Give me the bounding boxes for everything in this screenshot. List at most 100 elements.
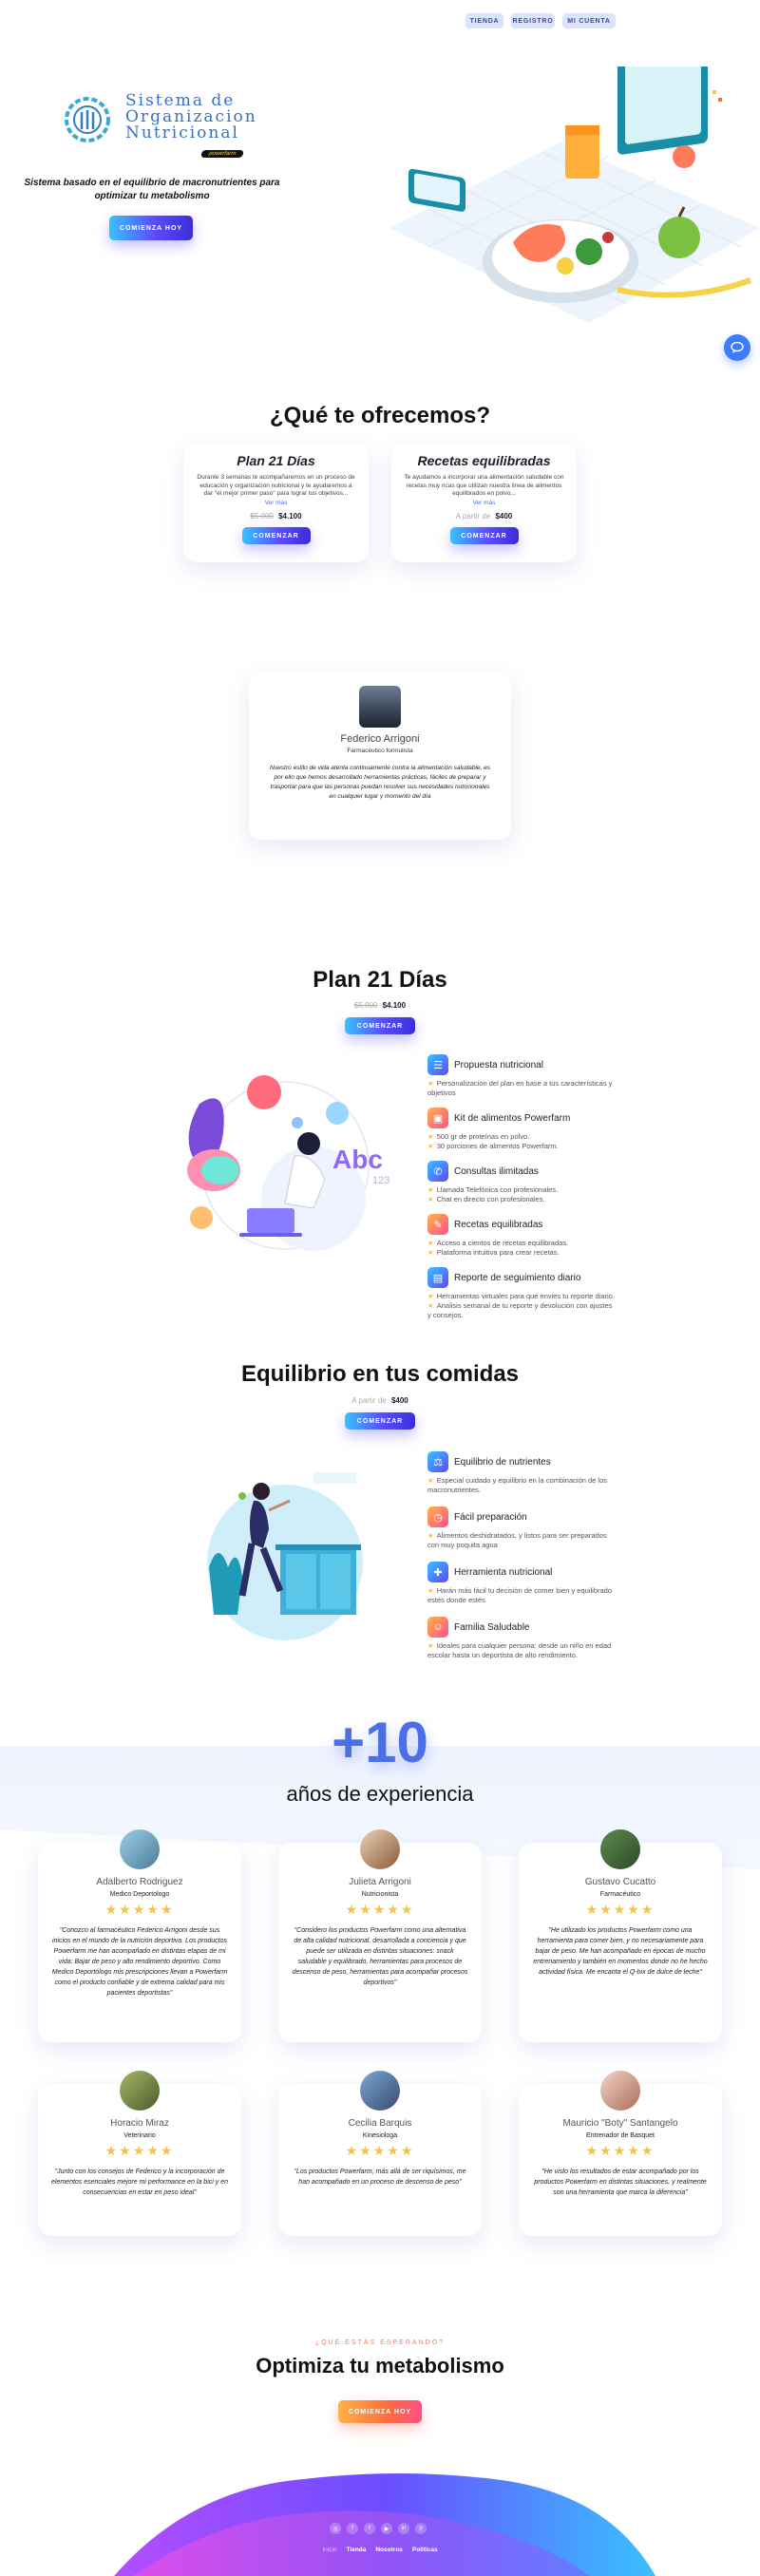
- instagram-icon[interactable]: ◎: [330, 2523, 341, 2534]
- footer-link-nosotros[interactable]: Nosotros: [375, 2547, 403, 2553]
- facebook-icon[interactable]: f: [347, 2523, 358, 2534]
- star-bullet-icon: ★: [428, 1132, 434, 1141]
- plan-feature-item: ✆ Consultas ilimitadas ★ Llamada Telefóni…: [428, 1161, 618, 1204]
- star-bullet-icon: ★: [428, 1531, 434, 1540]
- balance-feature-item: ⚖ Equilibrio de nutrientes ★ Especial cui…: [428, 1451, 618, 1495]
- linkedin-icon[interactable]: in: [398, 2523, 409, 2534]
- star-bullet-icon: ★: [428, 1239, 434, 1247]
- logo-line-3: Nutricional: [125, 123, 239, 142]
- plan-feature-bullet: Herramientas virtuales para que envies t…: [436, 1292, 615, 1300]
- hero-tagline: Sistema basado en el equilibrio de macro…: [24, 178, 280, 201]
- scale-icon: ⚖: [428, 1451, 448, 1472]
- offer-card-price: A partir de $400: [391, 512, 577, 521]
- plan-feature-item: ☰ Propuesta nutricional ★ Personalización…: [428, 1054, 618, 1098]
- star-bullet-icon: ★: [428, 1641, 434, 1650]
- offer-card-price: $5.000 $4.100: [183, 512, 369, 521]
- menu-icon: ☰: [428, 1054, 448, 1075]
- founder-name: Federico Arrigoni: [340, 733, 420, 745]
- plan-feature-bullet: Analisis semanal de tu reporte y devoluc…: [428, 1301, 613, 1319]
- offer-card-old-price: $5.000: [250, 512, 274, 521]
- balance-feature-bullet: Alimentos deshidratados, y listos para s…: [428, 1531, 607, 1549]
- hero-logo[interactable]: Sistema de Organizacion Nutricional powe…: [59, 87, 256, 167]
- testimonials-grid: Adalberto Rodriguez Medico Deportologo ★…: [38, 1829, 722, 2242]
- offer-card-recetas: Recetas equilibradas Te ayudamos a incor…: [391, 444, 577, 562]
- testimonial-name: Gustavo Cucatto: [584, 1877, 656, 1887]
- clock-icon: ◷: [428, 1506, 448, 1527]
- testimonial-name: Julieta Arrigoni: [349, 1877, 411, 1887]
- testimonial-quote: "Los productos Powerfarm, más allá de se…: [294, 2169, 466, 2186]
- plan-illustration-abc: Abc: [332, 1145, 383, 1174]
- nav-registro[interactable]: REGISTRO: [511, 13, 555, 28]
- balance-feature-title: Fácil preparación: [454, 1511, 527, 1523]
- star-bullet-icon: ★: [428, 1142, 434, 1150]
- plan-feature-bullet: Chat en directo con profesionales.: [436, 1195, 545, 1203]
- plan-cta-button[interactable]: COMENZAR: [345, 1017, 415, 1034]
- offer-card-new-price: $4.100: [278, 512, 302, 521]
- family-icon: ☺: [428, 1617, 448, 1638]
- nav-mi-cuenta[interactable]: MI CUENTA: [562, 13, 616, 28]
- plan-feature-title: Recetas equilibradas: [454, 1219, 543, 1230]
- testimonial-name: Horacio Miraz: [110, 2118, 169, 2129]
- footer-social: ◎ f t ▶ in p: [330, 2523, 430, 2534]
- testimonial-role: Medico Deportologo: [109, 1891, 170, 1898]
- balance-feature-title: Familia Saludable: [454, 1621, 530, 1633]
- balance-features: ⚖ Equilibrio de nutrientes ★ Especial cui…: [428, 1451, 618, 1660]
- logo-badge: powerfarm: [200, 150, 245, 158]
- testimonial-role: Farmacéutico: [599, 1891, 641, 1898]
- balance-feature-bullet: Ideales para cualquier persona: desde un…: [428, 1641, 612, 1659]
- box-icon: ▣: [428, 1108, 448, 1128]
- testimonial-stars: ★★★★★: [585, 2143, 656, 2158]
- plan-feature-item: ▣ Kit de alimentos Powerfarm ★ 500 gr de …: [428, 1108, 618, 1151]
- balance-price-value: $400: [390, 1396, 408, 1405]
- star-bullet-icon: ★: [428, 1185, 434, 1194]
- offer-title: ¿Qué te ofrecemos?: [269, 403, 491, 428]
- balance-feature-title: Equilibrio de nutrientes: [454, 1456, 551, 1468]
- offer-card-title: Recetas equilibradas: [417, 453, 551, 468]
- star-bullet-icon: ★: [428, 1476, 434, 1485]
- testimonial-quote: "Conozco al farmacéutico Federico Arrigo…: [51, 1927, 228, 1997]
- footer-link-tienda[interactable]: Tienda: [347, 2547, 367, 2553]
- footer-link-inicio[interactable]: Inicio: [322, 2547, 336, 2553]
- offer-card-cta[interactable]: COMENZAR: [449, 527, 519, 544]
- gear-leaf-logo-icon: [65, 97, 110, 142]
- experience-label: años de experiencia: [286, 1782, 474, 1806]
- offer-card-more-link[interactable]: Ver más: [391, 500, 577, 506]
- experience-number: +10: [332, 1711, 428, 1774]
- youtube-icon[interactable]: ▶: [381, 2523, 392, 2534]
- plan-old-price: $5.000: [353, 1001, 378, 1010]
- offer-card-more-link[interactable]: Ver más: [183, 500, 369, 506]
- pinterest-icon[interactable]: p: [415, 2523, 427, 2534]
- balance-feature-item: ◷ Fácil preparación ★ Alimentos deshidrat…: [428, 1506, 618, 1550]
- testimonial-avatar: [120, 1829, 160, 1869]
- balance-illustration: [207, 1472, 363, 1640]
- plan-feature-title: Propuesta nutricional: [454, 1059, 543, 1070]
- testimonial-avatar: [600, 1829, 640, 1869]
- testimonial-avatar: [600, 2071, 640, 2111]
- star-bullet-icon: ★: [428, 1248, 434, 1257]
- testimonial-stars: ★★★★★: [104, 1902, 175, 1917]
- twitter-icon[interactable]: t: [364, 2523, 375, 2534]
- testimonial-name: Cecilia Barquis: [348, 2118, 412, 2129]
- hero-cta-button[interactable]: COMIENZA HOY: [109, 216, 193, 240]
- plan-features: ☰ Propuesta nutricional ★ Personalización…: [428, 1054, 618, 1320]
- chat-bubble-button[interactable]: [724, 334, 750, 361]
- chat-icon: [731, 342, 744, 353]
- plan-feature-title: Reporte de seguimiento diario: [454, 1272, 581, 1283]
- recipe-icon: ✎: [428, 1214, 448, 1235]
- plan-feature-item: ✎ Recetas equilibradas ★ Acceso a cientos…: [428, 1214, 618, 1258]
- balance-feature-item: ✚ Herramienta nutricional ★ Harán más fác…: [428, 1562, 618, 1605]
- founder-avatar: [359, 686, 401, 728]
- final-cta-button[interactable]: COMIENZA HOY: [338, 2400, 422, 2423]
- final-cta-eyebrow: ¿QUÉ ESTÁS ESPERANDO?: [314, 2339, 446, 2346]
- top-nav: TIENDA REGISTRO MI CUENTA: [466, 13, 627, 30]
- balance-feature-bullet: Especial cuidado y equilibrio en la comb…: [428, 1476, 608, 1494]
- testimonial-card: Gustavo Cucatto Farmacéutico ★★★★★ "He u…: [519, 1829, 722, 2042]
- testimonial-quote: "He utilizado los productos Powerfarm co…: [533, 1927, 708, 1976]
- balance-cta-button[interactable]: COMENZAR: [345, 1412, 415, 1430]
- offer-card-cta[interactable]: COMENZAR: [241, 527, 311, 544]
- testimonial-quote: "Considero los productos Powerfarm como …: [292, 1927, 468, 1986]
- testimonial-stars: ★★★★★: [345, 1902, 415, 1917]
- nav-tienda[interactable]: TIENDA: [466, 13, 504, 28]
- plan-feature-item: ▤ Reporte de seguimiento diario ★ Herrami…: [428, 1267, 618, 1320]
- footer-link-politicas[interactable]: Politicas: [412, 2547, 438, 2553]
